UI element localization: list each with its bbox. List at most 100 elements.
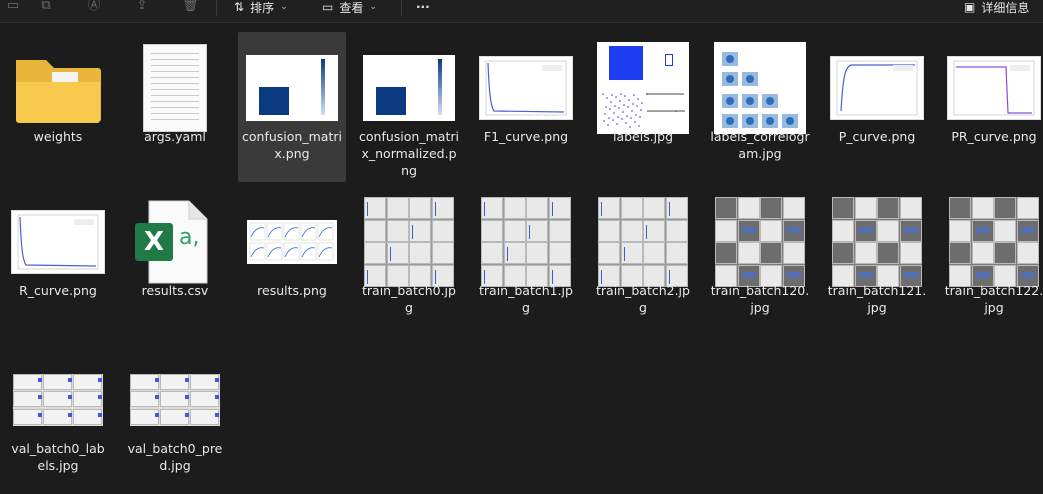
file-name: args.yaml	[144, 129, 206, 144]
file-name: val_batch0_pred.jpg	[127, 441, 223, 473]
file-item-train-batch122[interactable]: train_batch122.jpg	[940, 186, 1043, 336]
file-item-train-batch121[interactable]: train_batch121.jpg	[823, 186, 931, 336]
file-thumbnail	[829, 194, 925, 290]
file-item-confusion-matrix-normalized[interactable]: confusion_matrix_normalized.png	[355, 32, 463, 182]
file-item-weights[interactable]: weights	[4, 32, 112, 182]
file-name: confusion_matrix_normalized.png	[359, 129, 459, 178]
view-icon: ▭	[322, 0, 334, 14]
file-thumbnail	[10, 194, 106, 290]
confusion-matrix-thumbnail	[246, 55, 338, 121]
excel-file-icon: Xa,	[135, 199, 215, 285]
view-label: 查看	[339, 0, 364, 15]
file-name: weights	[33, 129, 83, 144]
file-name: train_batch2.jpg	[596, 283, 690, 315]
folder-icon	[14, 52, 102, 124]
sort-label: 排序	[250, 0, 275, 15]
curve-thumbnail	[11, 210, 105, 274]
file-name: val_batch0_labels.jpg	[11, 441, 105, 473]
file-item-pr-curve[interactable]: PR_curve.png	[940, 32, 1043, 182]
command-bar: ▭ ⧉ Ⓐ ⇪ 🗑 ⇅ 排序 ⌄ ▭ 查看 ⌄ ··· ▣ 详细信息	[0, 0, 1043, 23]
file-name: R_curve.png	[19, 283, 97, 298]
file-thumbnail	[10, 40, 106, 136]
file-thumbnail	[946, 40, 1042, 136]
file-item-val-batch0-labels[interactable]: val_batch0_labels.jpg	[4, 344, 112, 494]
file-thumbnail	[361, 194, 457, 290]
file-item-f1-curve[interactable]: F1_curve.png	[472, 32, 580, 182]
file-item-train-batch2[interactable]: train_batch2.jpg	[589, 186, 697, 336]
cut-icon[interactable]: ▭	[5, 0, 21, 12]
batch-thumbnail	[598, 197, 688, 287]
file-thumbnail	[244, 40, 340, 136]
details-button[interactable]: ▣ 详细信息	[964, 0, 1030, 15]
file-name: results.png	[257, 283, 327, 298]
batch-thumbnail	[949, 197, 1039, 287]
file-name: labels_correlogram.jpg	[710, 129, 810, 161]
file-thumbnail	[829, 40, 925, 136]
details-icon: ▣	[964, 0, 976, 14]
file-thumbnail	[10, 352, 106, 448]
val-batch-thumbnail	[13, 374, 103, 426]
file-item-args-yaml[interactable]: args.yaml	[121, 32, 229, 182]
file-thumbnail: Xa,	[127, 194, 223, 290]
excel-badge: X	[135, 223, 173, 261]
file-thumbnail	[127, 40, 223, 136]
batch-thumbnail	[832, 197, 922, 287]
file-item-results-csv[interactable]: Xa, results.csv	[121, 186, 229, 336]
file-name: train_batch0.jpg	[362, 283, 456, 315]
file-name: labels.jpg	[612, 129, 674, 144]
file-thumbnail	[595, 194, 691, 290]
file-item-confusion-matrix[interactable]: confusion_matrix.png	[238, 32, 346, 182]
excel-glyph: a,	[179, 225, 200, 250]
file-item-train-batch1[interactable]: train_batch1.jpg	[472, 186, 580, 336]
val-batch-thumbnail	[130, 374, 220, 426]
chevron-down-icon: ⌄	[369, 2, 377, 12]
toolbar-divider	[401, 0, 402, 16]
file-item-results-png[interactable]: results.png	[238, 186, 346, 336]
sort-icon: ⇅	[234, 0, 245, 14]
delete-icon[interactable]: 🗑	[182, 0, 199, 12]
file-item-r-curve[interactable]: R_curve.png	[4, 186, 112, 336]
file-item-labels[interactable]: labels.jpg	[589, 32, 697, 182]
correlogram-thumbnail	[714, 42, 806, 134]
file-thumbnail	[595, 40, 691, 136]
batch-thumbnail	[481, 197, 571, 287]
curve-thumbnail	[830, 56, 924, 120]
file-thumbnail	[361, 40, 457, 136]
more-icon: ···	[416, 0, 430, 14]
file-name: confusion_matrix.png	[242, 129, 342, 161]
file-item-train-batch120[interactable]: train_batch120.jpg	[706, 186, 814, 336]
file-name: train_batch120.jpg	[710, 283, 810, 315]
file-name: train_batch121.jpg	[827, 283, 927, 315]
rename-icon[interactable]: Ⓐ	[86, 0, 102, 12]
labels-thumbnail	[597, 42, 689, 134]
file-name: F1_curve.png	[483, 129, 569, 144]
file-thumbnail	[127, 352, 223, 448]
file-thumbnail	[946, 194, 1042, 290]
toolbar-divider	[216, 0, 217, 16]
details-label: 详细信息	[981, 0, 1030, 15]
batch-thumbnail	[715, 197, 805, 287]
file-thumbnail	[712, 194, 808, 290]
sort-button[interactable]: ⇅ 排序 ⌄	[234, 0, 288, 15]
file-item-train-batch0[interactable]: train_batch0.jpg	[355, 186, 463, 336]
more-button[interactable]: ···	[416, 0, 430, 14]
copy-icon[interactable]: ⧉	[38, 0, 54, 12]
confusion-matrix-thumbnail	[363, 55, 455, 121]
file-thumbnail	[478, 40, 574, 136]
file-item-labels-correlogram[interactable]: labels_correlogram.jpg	[706, 32, 814, 182]
curve-thumbnail	[947, 56, 1041, 120]
file-name: train_batch122.jpg	[944, 283, 1043, 315]
file-item-val-batch0-pred[interactable]: val_batch0_pred.jpg	[121, 344, 229, 494]
file-thumbnail	[478, 194, 574, 290]
file-name: train_batch1.jpg	[479, 283, 573, 315]
view-button[interactable]: ▭ 查看 ⌄	[322, 0, 377, 15]
chevron-down-icon: ⌄	[280, 2, 288, 12]
file-name: P_curve.png	[838, 129, 916, 144]
curve-thumbnail	[479, 56, 573, 120]
file-item-p-curve[interactable]: P_curve.png	[823, 32, 931, 182]
file-name: PR_curve.png	[951, 129, 1037, 144]
text-file-icon	[143, 44, 207, 132]
file-thumbnail	[712, 40, 808, 136]
batch-thumbnail	[364, 197, 454, 287]
share-icon[interactable]: ⇪	[134, 0, 150, 12]
